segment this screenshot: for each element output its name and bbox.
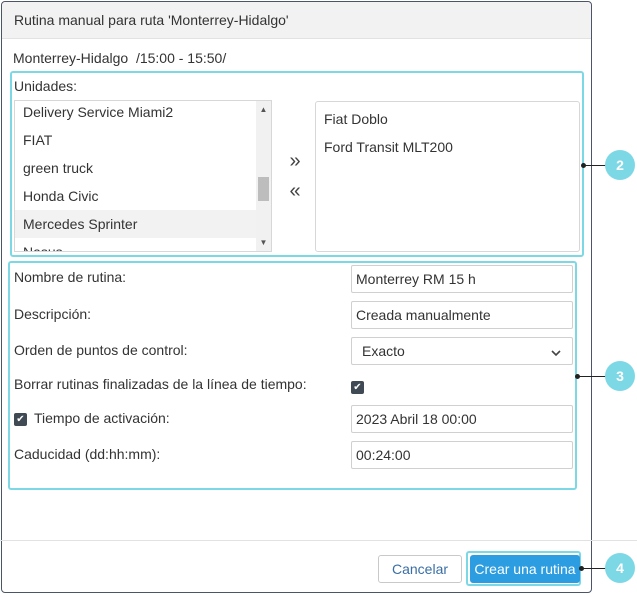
callout-dot (579, 566, 584, 571)
callout-4: 4 (605, 553, 635, 583)
units-label: Unidades: (14, 78, 78, 94)
chevron-down-icon (550, 342, 562, 368)
list-item[interactable]: green truck (15, 154, 257, 182)
callout-dot (581, 163, 586, 168)
add-units-button[interactable]: » (284, 151, 306, 173)
scroll-down-icon[interactable]: ▼ (256, 234, 271, 251)
description-input[interactable]: Creada manualmente (351, 301, 573, 329)
create-routine-button[interactable]: Crear una rutina (470, 555, 580, 583)
available-units-list[interactable]: Delivery Service Miami2 FIAT green truck… (14, 100, 272, 252)
list-item[interactable]: FIAT (15, 126, 257, 154)
callout-line (583, 165, 607, 166)
delete-finished-label: Borrar rutinas finalizadas de la línea d… (14, 376, 307, 392)
dialog-titlebar: Rutina manual para ruta 'Monterrey-Hidal… (2, 2, 591, 39)
scroll-up-icon[interactable]: ▲ (256, 101, 271, 118)
cancel-button[interactable]: Cancelar (378, 555, 462, 583)
units-scrollbar[interactable]: ▲ ▼ (256, 101, 271, 251)
list-item[interactable]: Delivery Service Miami2 (15, 101, 257, 126)
callout-dot (575, 374, 580, 379)
remove-units-button[interactable]: « (284, 181, 306, 203)
callout-line (581, 568, 607, 569)
activation-time-input[interactable]: 2023 Abril 18 00:00 (351, 405, 573, 433)
checkpoint-order-label: Orden de puntos de control: (14, 342, 188, 358)
scrollbar-thumb[interactable] (258, 177, 269, 201)
checkpoint-order-value: Exacto (362, 343, 405, 359)
list-item[interactable]: Honda Civic (15, 182, 257, 210)
routine-name-label: Nombre de rutina: (14, 269, 127, 285)
dialog-title: Rutina manual para ruta 'Monterrey-Hidal… (14, 12, 289, 28)
callout-2: 2 (605, 150, 635, 180)
list-item-selected[interactable]: Mercedes Sprinter (15, 210, 257, 238)
description-label: Descripción: (14, 306, 92, 322)
activation-checkbox[interactable]: ✔ (14, 413, 27, 426)
footer-divider (0, 540, 637, 541)
checkpoint-order-select[interactable]: Exacto (351, 337, 573, 365)
list-item[interactable]: Fiat Doblo (324, 111, 388, 127)
chosen-units-list[interactable]: Fiat Doblo Ford Transit MLT200 (315, 101, 580, 252)
delete-finished-checkbox[interactable]: ✔ (351, 381, 364, 394)
list-item[interactable]: Nasus (15, 238, 257, 251)
callout-3: 3 (605, 361, 635, 391)
list-item[interactable]: Ford Transit MLT200 (324, 139, 453, 155)
callout-line (577, 376, 607, 377)
expiration-input[interactable]: 00:24:00 (351, 441, 573, 469)
activation-time-label: Tiempo de activación: (34, 410, 170, 426)
routine-name-input[interactable]: Monterrey RM 15 h (351, 265, 573, 293)
expiration-label: Caducidad (dd:hh:mm): (14, 446, 161, 462)
route-info: Monterrey-Hidalgo /15:00 - 15:50/ (13, 50, 227, 66)
